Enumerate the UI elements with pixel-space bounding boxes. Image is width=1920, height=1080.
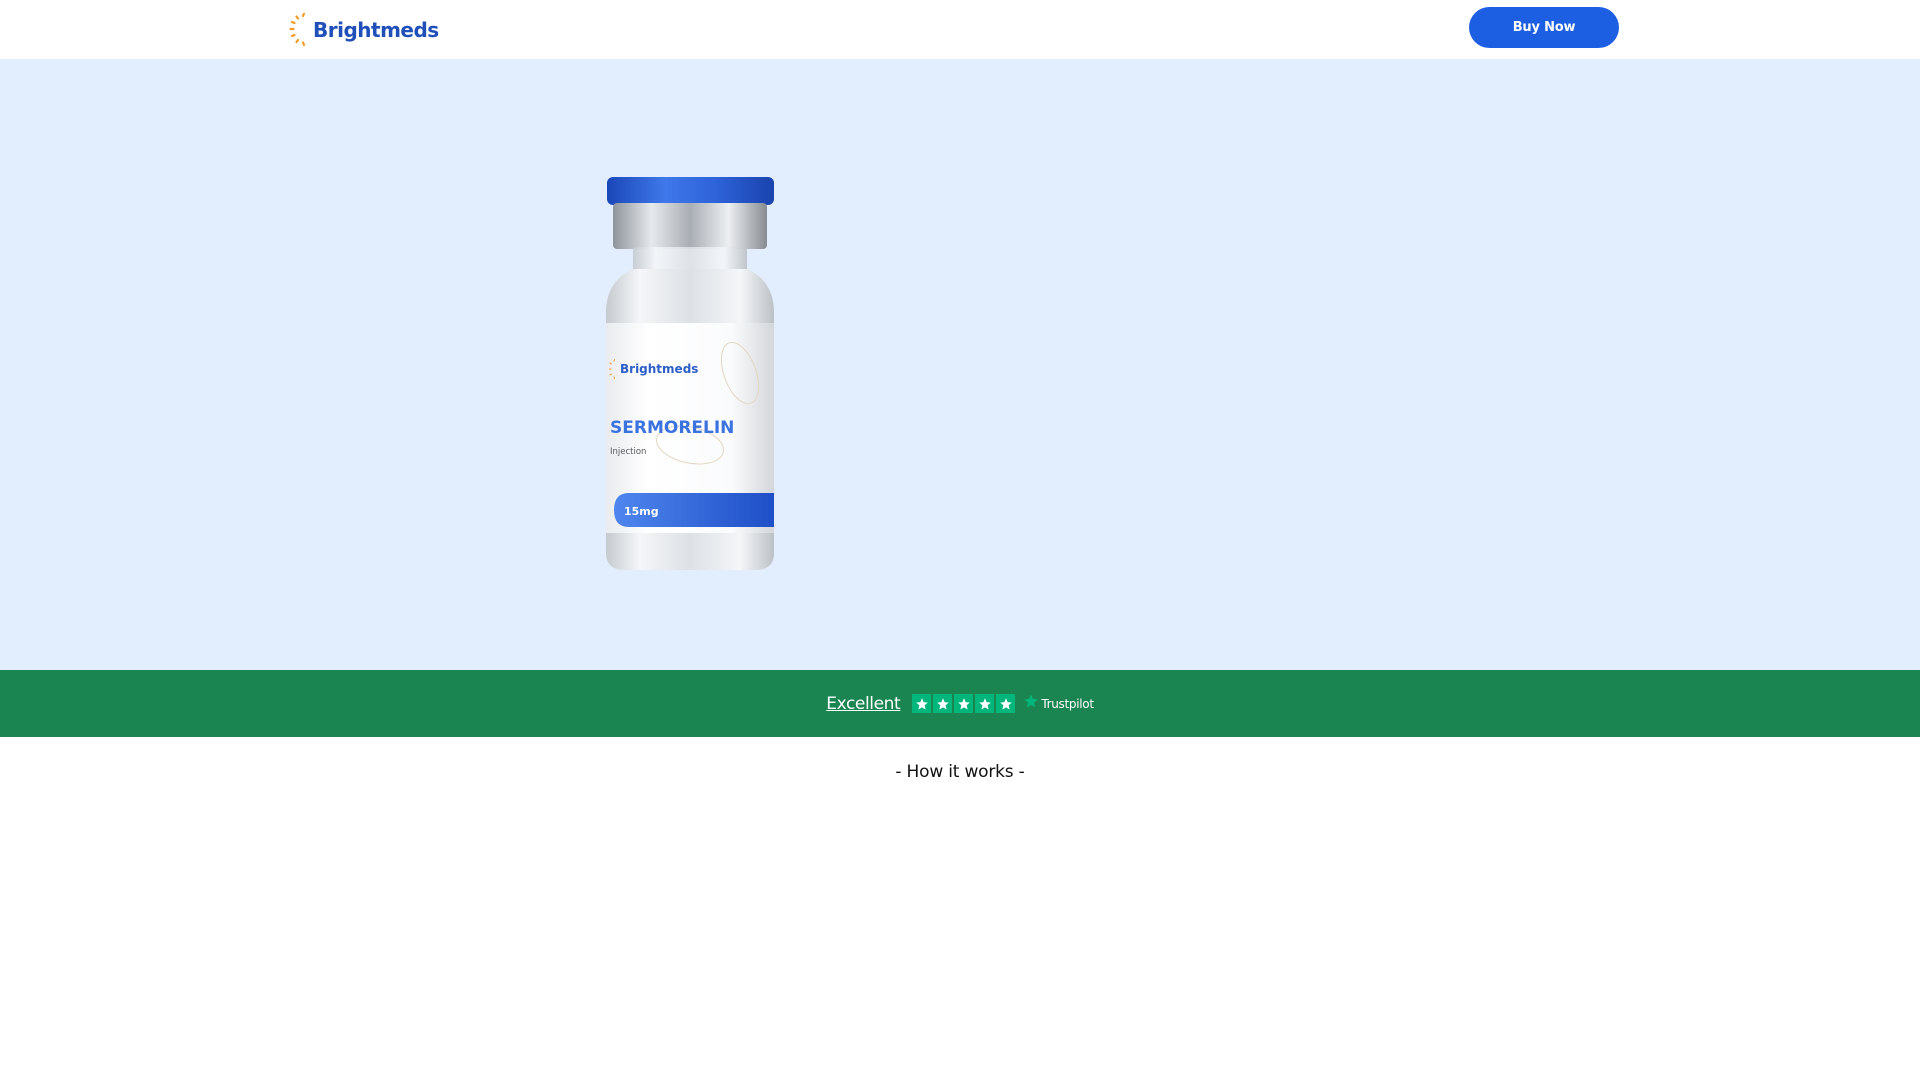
how-it-works-heading: - How it works - xyxy=(895,762,1025,782)
star-icon xyxy=(975,694,995,713)
sun-logo-icon xyxy=(288,12,312,47)
site-header: Brightmeds Buy Now xyxy=(0,0,1920,59)
star-icon xyxy=(912,694,932,713)
star-icon xyxy=(996,694,1016,713)
buy-now-button[interactable]: Buy Now xyxy=(1469,7,1619,48)
product-vial-image: Brightmeds SERMORELIN Injection 15mg xyxy=(606,177,774,570)
trustpilot-widget[interactable]: Excellent Trustpilot xyxy=(826,693,1094,714)
star-icon xyxy=(933,694,953,713)
trustpilot-star-icon xyxy=(1023,693,1039,714)
vial-product-form: Injection xyxy=(610,447,646,457)
vial-brand-text: Brightmeds xyxy=(620,362,698,376)
hero-section: Brightmeds SERMORELIN Injection 15mg xyxy=(0,59,1920,670)
vial-product-name: SERMORELIN xyxy=(610,418,734,438)
vial-dose-text: 15mg xyxy=(624,505,659,518)
trustpilot-bar: Excellent Trustpilot xyxy=(0,670,1920,737)
trustpilot-logo: Trustpilot xyxy=(1023,693,1094,714)
rating-label[interactable]: Excellent xyxy=(826,694,900,714)
logo-text: Brightmeds xyxy=(313,18,439,42)
rating-stars xyxy=(912,694,1016,713)
star-icon xyxy=(954,694,974,713)
trustpilot-text: Trustpilot xyxy=(1041,696,1094,711)
brightmeds-logo[interactable]: Brightmeds xyxy=(288,12,439,48)
